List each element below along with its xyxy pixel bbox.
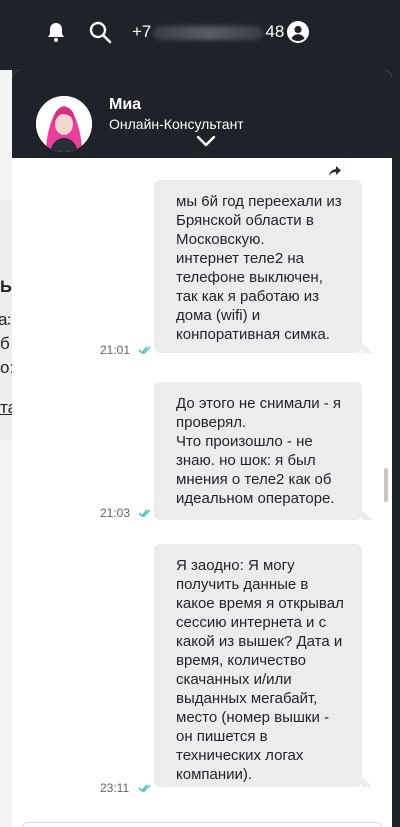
message-input-area[interactable] (22, 822, 382, 827)
phone-blurred-digits (153, 25, 264, 40)
double-check-icon (138, 784, 151, 793)
background-text-fragment: о: (0, 358, 12, 377)
chat-scrollbar[interactable] (384, 468, 388, 502)
agent-avatar (36, 96, 92, 152)
message-time: 23:11 (100, 781, 130, 795)
background-page (0, 70, 12, 827)
chat-widget: Миа Онлайн-Консультант мы 6й год перееха… (12, 70, 392, 827)
bell-icon[interactable] (44, 20, 68, 44)
background-text-fragment: б (0, 334, 10, 353)
background-text-fragment: аз (0, 310, 10, 329)
site-top-bar: +7 48 (0, 0, 400, 70)
phone-prefix: +7 (132, 22, 152, 41)
message-time: 21:03 (100, 506, 131, 520)
phone-number[interactable]: +7 48 (132, 22, 284, 42)
search-icon[interactable] (88, 20, 112, 44)
message-time: 21:01 (100, 343, 131, 357)
chat-message: мы 6й год переехали из Брянской области … (154, 180, 372, 353)
forward-icon[interactable] (328, 164, 342, 178)
agent-name: Миа (109, 96, 142, 113)
phone-suffix: 48 (265, 22, 285, 41)
chat-message: До этого не снимали - я проверял. Что пр… (154, 382, 372, 520)
user-account-icon[interactable] (286, 20, 310, 44)
double-check-icon (138, 346, 151, 355)
avatar-image (36, 96, 92, 152)
chat-header: Миа Онлайн-Консультант (12, 70, 392, 158)
background-text-fragment: Ы (0, 277, 12, 296)
chat-message: Я заодно: Я могу получить данные в какое… (154, 544, 372, 787)
background-link-fragment[interactable]: та (0, 398, 12, 418)
chevron-down-icon[interactable] (196, 134, 216, 148)
double-check-icon (138, 509, 151, 518)
agent-role: Онлайн-Консультант (109, 116, 244, 132)
